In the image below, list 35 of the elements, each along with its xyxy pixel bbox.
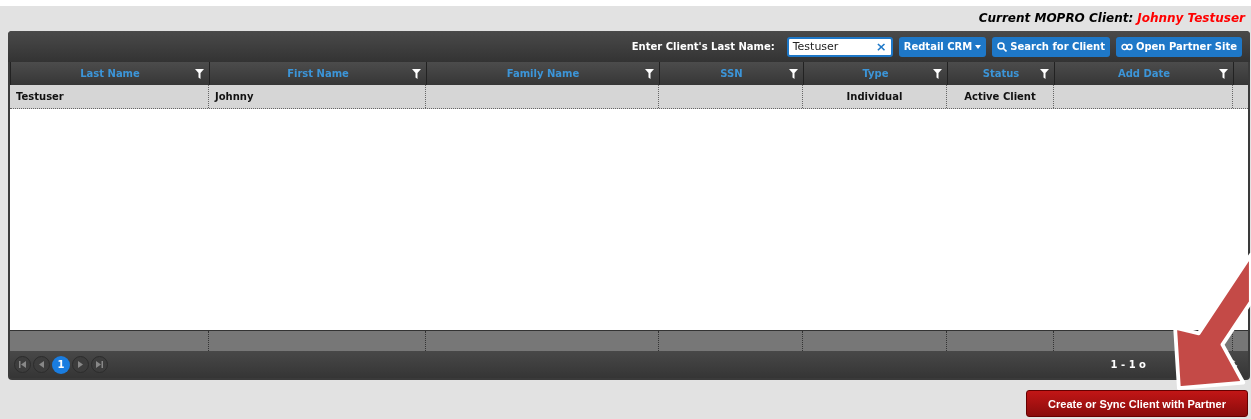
last-page-icon[interactable]: [91, 356, 108, 373]
search-button[interactable]: Search for Client: [992, 36, 1110, 57]
crm-dropdown[interactable]: Redtail CRM: [898, 36, 987, 57]
filter-icon[interactable]: [195, 69, 204, 79]
last-name-label: Enter Client's Last Name:: [631, 41, 775, 52]
table-cell: Active Client: [964, 91, 1036, 102]
filter-icon[interactable]: [933, 69, 942, 79]
last-name-field[interactable]: Testuser ×: [786, 36, 893, 57]
filter-icon[interactable]: [789, 69, 798, 79]
table-cell: Testuser: [16, 91, 64, 102]
column-header[interactable]: Status: [982, 68, 1020, 79]
first-page-icon[interactable]: [14, 356, 31, 373]
table-cell: Individual: [846, 91, 903, 102]
previous-page-icon[interactable]: [33, 356, 50, 373]
client-label: Current MOPRO Client:: [978, 11, 1134, 27]
page-info: 1 - 1 o: [1110, 359, 1146, 370]
sync-client-button[interactable]: Create or Sync Client with Partner: [1026, 390, 1248, 417]
table-cell: Johnny: [215, 91, 254, 102]
caret-icon: [975, 44, 982, 49]
filter-icon[interactable]: [412, 69, 421, 79]
column-header[interactable]: Add Date: [1117, 68, 1171, 79]
client-name: Johnny Testuser: [1137, 11, 1245, 27]
search-icon: [997, 41, 1008, 52]
page-button[interactable]: 1: [52, 355, 70, 374]
column-header[interactable]: Type: [862, 68, 889, 79]
next-page-icon[interactable]: [72, 356, 89, 373]
link-icon: [1120, 42, 1133, 51]
column-header[interactable]: SSN: [720, 68, 743, 79]
column-header[interactable]: Family Name: [506, 68, 580, 79]
filter-icon[interactable]: [645, 69, 654, 79]
open-site-button[interactable]: Open Partner Site: [1115, 36, 1242, 57]
filter-icon[interactable]: [1040, 69, 1049, 79]
column-header[interactable]: First Name: [287, 68, 349, 79]
column-header[interactable]: Last Name: [80, 68, 140, 79]
filter-icon[interactable]: [1219, 69, 1228, 79]
